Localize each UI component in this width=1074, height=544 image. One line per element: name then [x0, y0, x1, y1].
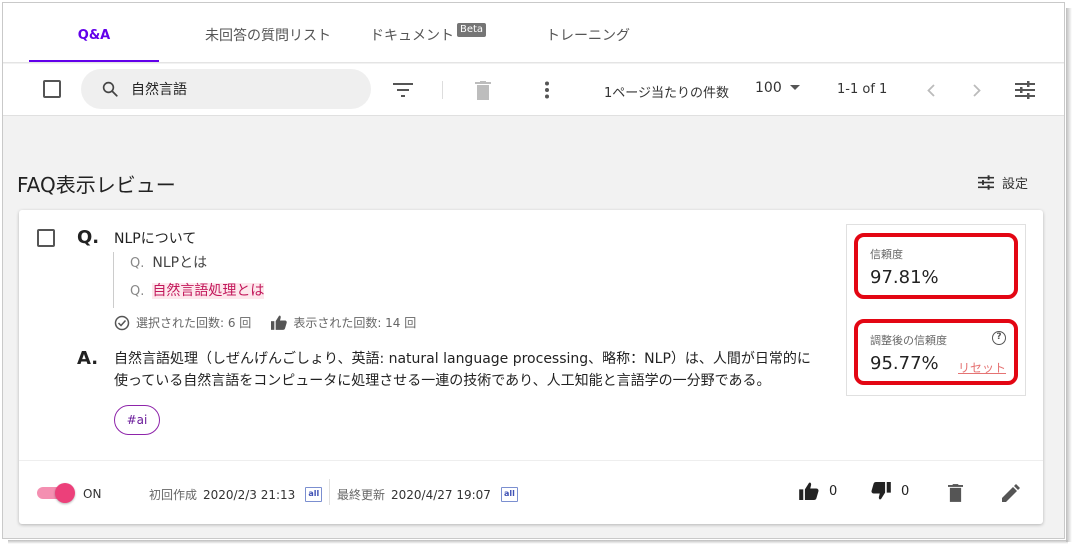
alt-question-prefix: Q.: [130, 256, 145, 271]
per-page-label: 1ページ当たりの件数: [604, 86, 730, 101]
search-input[interactable]: [131, 78, 351, 100]
alt-question-item: Q. NLPとは: [130, 252, 264, 280]
per-page-select[interactable]: 100: [755, 80, 800, 96]
alt-question-item: Q. 自然言語処理とは: [130, 280, 265, 308]
tab-documents-label: ドキュメント: [369, 28, 454, 44]
more-vert-icon: [545, 81, 549, 99]
adjusted-confidence-label: 調整後の信頼度: [870, 334, 947, 347]
trash-icon: [475, 80, 491, 100]
tab-training-label: トレーニング: [546, 28, 630, 44]
alt-question-text: NLPとは: [152, 255, 208, 271]
more-options-button[interactable]: [535, 78, 559, 102]
chevron-down-icon: [789, 85, 800, 90]
tune-icon: [1015, 81, 1035, 99]
usage-stats: 選択された回数: 6 回 表示された回数: 14 回: [114, 314, 416, 331]
toggle-knob: [55, 483, 75, 503]
faq-select-checkbox[interactable]: [37, 229, 55, 247]
chevron-right-icon: [973, 83, 981, 97]
faq-card: Q. NLPについて Q. NLPとは Q. 自然言語処理とは 選択された回数: 6…: [19, 210, 1043, 524]
chevron-left-icon: [927, 83, 935, 97]
ai-badge: all: [305, 487, 323, 502]
dislike-count: 0: [901, 483, 910, 499]
question-title: NLPについて: [114, 231, 197, 247]
alt-question-prefix: Q.: [130, 284, 145, 299]
card-footer: ON 初回作成 2020/2/3 21:13 all 最終更新 2020/4/2…: [19, 460, 1043, 524]
help-icon[interactable]: ?: [992, 331, 1006, 345]
page-title: FAQ表示レビュー: [17, 173, 176, 197]
app-window: Q&A 未回答の質問リスト ドキュメントBeta トレーニング 1ページ当たりの…: [2, 2, 1065, 539]
updated-label: 最終更新: [337, 488, 386, 502]
thumb-down-icon: [871, 482, 891, 500]
alternate-questions: Q. NLPとは Q. 自然言語処理とは: [113, 252, 265, 308]
prev-page-button[interactable]: [919, 78, 943, 102]
answer-text: 自然言語処理（しぜんげんごしょり、英語: natural language pr…: [114, 351, 811, 389]
filter-icon: [393, 83, 413, 97]
like-count: 0: [829, 483, 838, 499]
confidence-value: 97.81%: [870, 267, 939, 288]
delete-selected-button[interactable]: [471, 78, 495, 102]
displayed-count: 表示された回数: 14 回: [293, 316, 417, 330]
adjusted-confidence-highlight-box: 調整後の信頼度 ? 95.77% リセット: [854, 319, 1018, 385]
tab-unanswered-label: 未回答の質問リスト: [205, 28, 331, 44]
search-bar: [81, 69, 371, 109]
like-button[interactable]: 0: [799, 482, 837, 500]
tab-unanswered[interactable]: 未回答の質問リスト: [193, 3, 343, 63]
column-settings-button[interactable]: [1013, 78, 1037, 102]
select-all-checkbox[interactable]: [43, 80, 61, 98]
thumb-up-icon: [799, 482, 819, 500]
per-page-value: 100: [755, 80, 782, 96]
dislike-button[interactable]: 0: [871, 482, 909, 500]
next-page-button[interactable]: [965, 78, 989, 102]
thumb-up-icon: [271, 315, 288, 330]
created-info: 初回作成 2020/2/3 21:13 all: [149, 486, 323, 503]
check-circle-icon: [114, 315, 130, 330]
beta-badge: Beta: [456, 23, 487, 37]
created-label: 初回作成: [149, 488, 198, 502]
filter-button[interactable]: [391, 78, 415, 102]
confidence-label: 信頼度: [870, 248, 903, 261]
pencil-icon: [1002, 484, 1020, 502]
search-icon: [102, 81, 118, 97]
meta-divider: [329, 479, 330, 505]
active-tab-indicator: [29, 60, 159, 62]
confidence-highlight-box: 信頼度 97.81%: [854, 233, 1018, 299]
answer-marker: A.: [77, 348, 99, 369]
alt-question-text-highlighted: 自然言語処理とは: [152, 283, 265, 299]
updated-value: 2020/4/27 19:07: [391, 487, 491, 502]
tab-training[interactable]: トレーニング: [523, 3, 653, 63]
reset-link[interactable]: リセット: [958, 359, 1006, 376]
trash-icon: [947, 484, 963, 502]
publish-toggle[interactable]: [37, 483, 75, 503]
settings-button[interactable]: 設定: [978, 173, 1028, 192]
edit-faq-button[interactable]: [999, 481, 1023, 505]
window-shadow-right: [1066, 8, 1072, 542]
tab-qa-label: Q&A: [77, 28, 111, 43]
toolbar-divider: [442, 81, 443, 99]
tab-documents[interactable]: ドキュメント Beta: [363, 3, 493, 63]
tag-chip[interactable]: #ai: [114, 405, 160, 435]
toolbar: 1ページ当たりの件数 100 1-1 of 1: [3, 64, 1064, 116]
ai-badge: all: [500, 487, 518, 502]
window-shadow-bottom: [8, 540, 1068, 544]
tune-icon: [978, 175, 994, 190]
created-value: 2020/2/3 21:13: [203, 487, 296, 502]
adjusted-confidence-value: 95.77%: [870, 353, 939, 374]
pagination-range: 1-1 of 1: [837, 82, 888, 97]
tab-qa[interactable]: Q&A: [29, 3, 159, 63]
selected-count: 選択された回数: 6 回: [136, 316, 252, 330]
toggle-label: ON: [83, 487, 102, 501]
tab-bar: Q&A 未回答の質問リスト ドキュメント Beta トレーニング: [3, 3, 1064, 63]
question-marker: Q.: [77, 227, 100, 248]
delete-faq-button[interactable]: [943, 481, 967, 505]
confidence-panel: 信頼度 97.81% 調整後の信頼度 ? 95.77% リセット: [846, 224, 1026, 396]
settings-label: 設定: [1002, 177, 1029, 192]
updated-info: 最終更新 2020/4/27 19:07 all: [337, 486, 518, 503]
